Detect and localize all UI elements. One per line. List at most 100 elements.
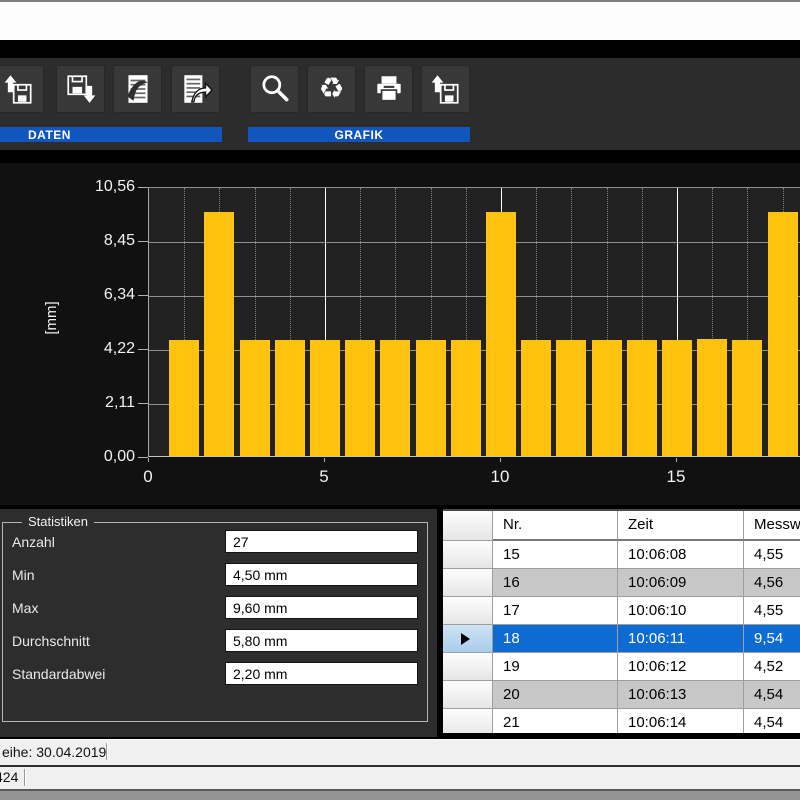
table-cell[interactable]: 10:06:13	[618, 681, 744, 709]
measurement-table[interactable]: Nr.ZeitMesswert1510:06:084,551610:06:094…	[443, 509, 800, 733]
row-header[interactable]	[443, 709, 493, 733]
floppy-up-arrow-icon	[429, 72, 463, 106]
table-cell[interactable]: 10:06:09	[618, 569, 744, 597]
table-cell[interactable]: 9,54	[744, 625, 800, 653]
table-cell[interactable]: 10:06:08	[618, 541, 744, 569]
stat-input-durchschnitt[interactable]	[225, 629, 418, 652]
clear-data-button[interactable]	[113, 65, 162, 113]
column-header-messwert[interactable]: Messwert	[744, 511, 800, 541]
table-cell[interactable]: 4,55	[744, 541, 800, 569]
table-cell[interactable]: 10:06:12	[618, 653, 744, 681]
floppy-down-arrow-icon	[64, 72, 98, 106]
row-header[interactable]	[443, 541, 493, 569]
table-cell[interactable]: 15	[493, 541, 618, 569]
stat-input-max[interactable]	[225, 596, 418, 619]
window-bottom-strip	[0, 791, 800, 800]
save-graph-button[interactable]	[421, 65, 470, 113]
print-graph-button[interactable]	[364, 65, 413, 113]
y-tick-label: 6,34	[50, 286, 135, 304]
separator-band	[0, 150, 800, 163]
chart-bar	[240, 340, 270, 456]
column-header-nr[interactable]: Nr.	[493, 511, 618, 541]
table-cell[interactable]: 10:06:14	[618, 709, 744, 733]
stat-input-standardabwei[interactable]	[225, 662, 418, 685]
row-header[interactable]	[443, 597, 493, 625]
chart-bar	[451, 340, 481, 456]
floppy-up-arrow-icon	[2, 72, 36, 106]
y-tick-mark	[138, 403, 148, 404]
y-tick-label: 0,00	[50, 448, 135, 466]
selected-row-arrow-icon	[461, 633, 470, 645]
y-tick-mark	[138, 349, 148, 350]
table-cell[interactable]: 4,55	[744, 597, 800, 625]
table-cell[interactable]: 20	[493, 681, 618, 709]
chart-bar	[204, 212, 234, 456]
save-data-button[interactable]	[56, 65, 105, 113]
separator-band	[0, 40, 800, 58]
zoom-graph-button[interactable]	[250, 65, 299, 113]
table-cell[interactable]: 10:06:10	[618, 597, 744, 625]
chart-bar	[345, 340, 375, 456]
stat-label-max: Max	[12, 600, 38, 616]
table-cell[interactable]: 18	[493, 625, 618, 653]
chart-bar	[486, 212, 516, 456]
chart-bar	[380, 340, 410, 456]
statusbar-separator	[24, 769, 26, 786]
chart-bar	[416, 340, 446, 456]
chart-bar	[310, 340, 340, 456]
y-tick-mark	[138, 457, 148, 458]
y-tick-label: 10,56	[50, 178, 135, 196]
y-gridline	[149, 296, 800, 297]
daten-section-bar: DATEN	[0, 127, 222, 142]
chart-bar	[627, 340, 657, 456]
table-cell[interactable]: 21	[493, 709, 618, 733]
statistics-title: Statistiken	[22, 514, 94, 529]
toolbar: ♻ DATEN GRAFIK	[0, 58, 800, 150]
magnifier-icon	[258, 72, 292, 106]
statusbar-device-text: 424	[0, 769, 18, 785]
document-delete-icon	[121, 72, 155, 106]
chart-bar	[592, 340, 622, 456]
stat-label-anzahl: Anzahl	[12, 534, 55, 550]
export-data-button[interactable]	[171, 65, 220, 113]
column-header-zeit[interactable]: Zeit	[618, 511, 744, 541]
chart-bar	[556, 340, 586, 456]
table-cell[interactable]: 4,54	[744, 681, 800, 709]
y-tick-mark	[138, 187, 148, 188]
stat-input-anzahl[interactable]	[225, 530, 418, 553]
statusbar-separator	[106, 743, 108, 760]
table-cell[interactable]: 4,54	[744, 709, 800, 733]
table-cell[interactable]: 4,56	[744, 569, 800, 597]
grafik-section-bar: GRAFIK	[248, 127, 470, 142]
stat-label-min: Min	[12, 567, 35, 583]
load-data-button[interactable]	[0, 65, 44, 113]
y-tick-label: 8,45	[50, 232, 135, 250]
chart-bar	[768, 212, 798, 456]
row-header[interactable]	[443, 653, 493, 681]
table-cell[interactable]: 16	[493, 569, 618, 597]
daten-section-label: DATEN	[0, 128, 222, 142]
statistics-panel: Statistiken AnzahlMinMaxDurchschnittStan…	[0, 509, 437, 737]
plot-area	[148, 187, 800, 457]
stat-label-durchschnitt: Durchschnitt	[12, 633, 90, 649]
reset-graph-button[interactable]: ♻	[307, 65, 356, 113]
title-band	[0, 2, 800, 40]
row-header[interactable]	[443, 681, 493, 709]
recycle-icon: ♻	[319, 75, 345, 104]
y-tick-label: 2,11	[50, 394, 135, 412]
table-cell[interactable]: 4,52	[744, 653, 800, 681]
stat-input-min[interactable]	[225, 563, 418, 586]
row-header[interactable]	[443, 569, 493, 597]
table-corner-cell[interactable]	[443, 511, 493, 541]
statusbar-device: 424	[0, 767, 800, 789]
x-tick-mark	[500, 458, 501, 462]
chart-bar	[275, 340, 305, 456]
row-header[interactable]	[443, 625, 493, 653]
table-cell[interactable]: 10:06:11	[618, 625, 744, 653]
table-cell[interactable]: 17	[493, 597, 618, 625]
x-tick-mark	[148, 458, 149, 462]
x-tick-label: 0	[130, 467, 166, 487]
table-cell[interactable]: 19	[493, 653, 618, 681]
chart-bar	[662, 340, 692, 456]
printer-icon	[372, 72, 406, 106]
